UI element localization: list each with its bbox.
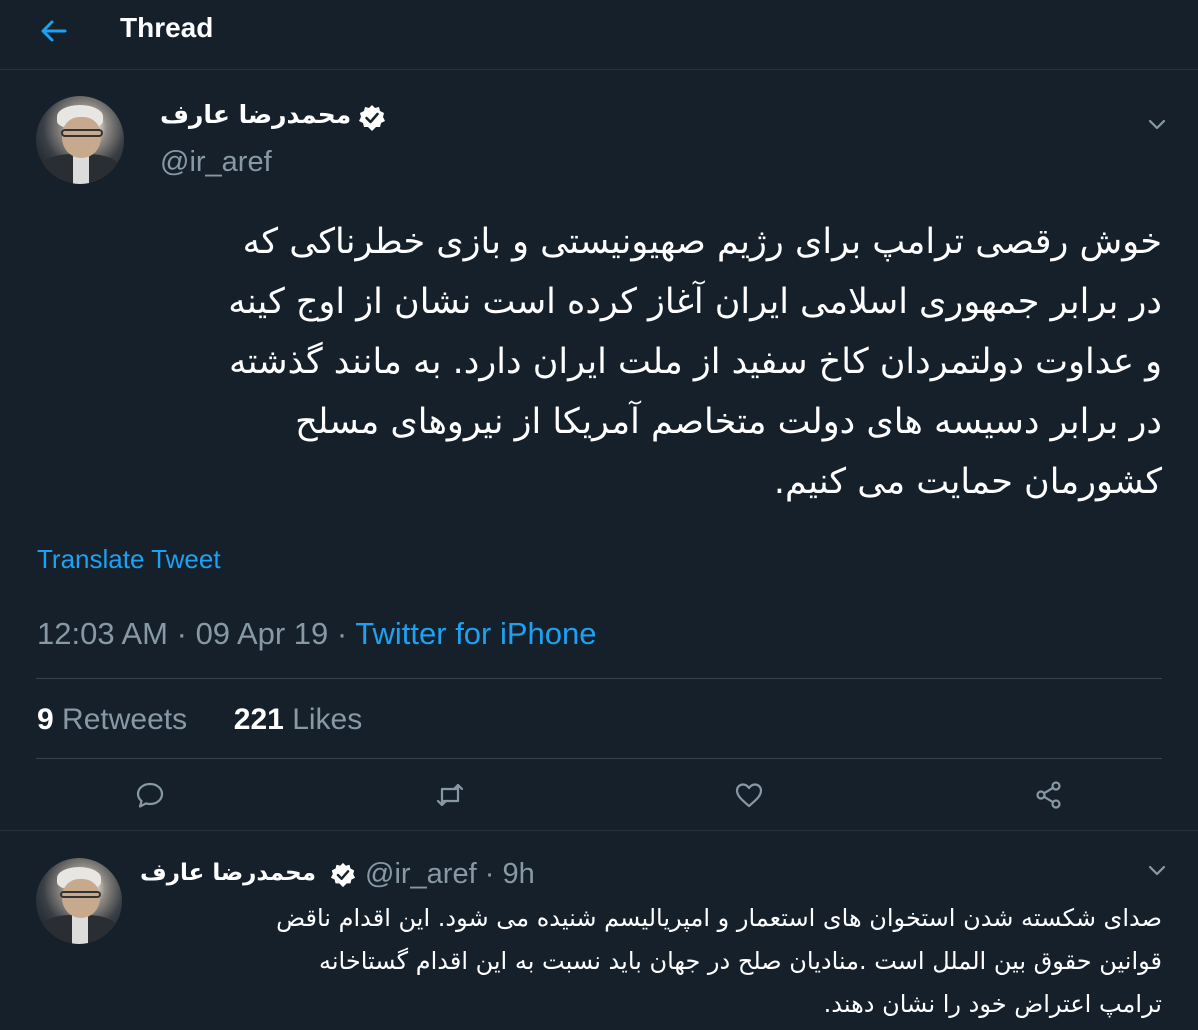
meta-separator: · [336,616,348,651]
verified-badge-icon [358,104,386,132]
tweet-stats: 9 Retweets 221 Likes [37,703,362,737]
meta-separator: · [484,858,495,890]
chevron-down-icon[interactable] [1145,858,1169,882]
chevron-down-icon[interactable] [1145,112,1169,136]
tweet-text-line: خوش رقصی ترامپ برای رژیم صهیونیستی و باز… [242,222,1162,262]
likes-count: 221 [233,703,284,736]
retweets-stat[interactable]: 9 Retweets [37,703,187,736]
author-handle[interactable]: @ir_aref [365,858,477,890]
author-handle[interactable]: @ir_aref [160,146,272,179]
page-title: Thread [120,12,214,43]
retweets-label: Retweets [62,703,188,736]
reply-icon[interactable] [134,779,166,811]
divider [36,758,1162,759]
tweet-source-link[interactable]: Twitter for iPhone [355,616,596,651]
reply-meta: @ir_aref · 9h [365,858,535,891]
avatar[interactable] [36,858,122,944]
tweet-text-line: در برابر دسیسه های دولت متخاصم آمریکا از… [295,402,1162,442]
verified-badge-icon [330,862,356,888]
reply-text-line: ترامپ اعتراض خود را نشان دهند. [823,990,1162,1018]
meta-separator: · [176,616,187,651]
heart-icon[interactable] [733,779,765,811]
thread-header: Thread [0,0,1198,70]
tweet-meta: 12:03 AM · 09 Apr 19 · Twitter for iPhon… [37,616,597,652]
tweet-time: 12:03 AM [37,616,168,651]
tweet-age: 9h [502,858,535,890]
tweet-text-line: و عداوت دولتمردان کاخ سفید از ملت ایران … [228,342,1162,382]
likes-stat[interactable]: 221 Likes [234,703,362,736]
tweet-text-line: در برابر جمهوری اسلامی ایران آغاز کرده ا… [228,282,1162,322]
author-name[interactable]: محمدرضا عارف [160,100,351,129]
avatar[interactable] [36,96,124,184]
likes-label: Likes [292,703,363,736]
translate-tweet-link[interactable]: Translate Tweet [37,544,221,575]
reply-text-line: صدای شکسته شدن استخوان های استعمار و امپ… [276,904,1162,932]
tweet-text-line: کشورمان حمایت می کنیم. [773,462,1162,502]
retweet-icon[interactable] [434,779,466,811]
author-name[interactable]: محمدرضا عارف [140,860,316,886]
reply-text-line: قوانین حقوق بین الملل است .منادیان صلح د… [319,947,1162,975]
tweet-date: 09 Apr 19 [195,616,329,651]
retweets-count: 9 [37,703,54,736]
divider [36,678,1162,679]
share-icon[interactable] [1033,779,1065,811]
back-arrow-icon[interactable] [38,15,70,47]
divider [0,830,1198,831]
